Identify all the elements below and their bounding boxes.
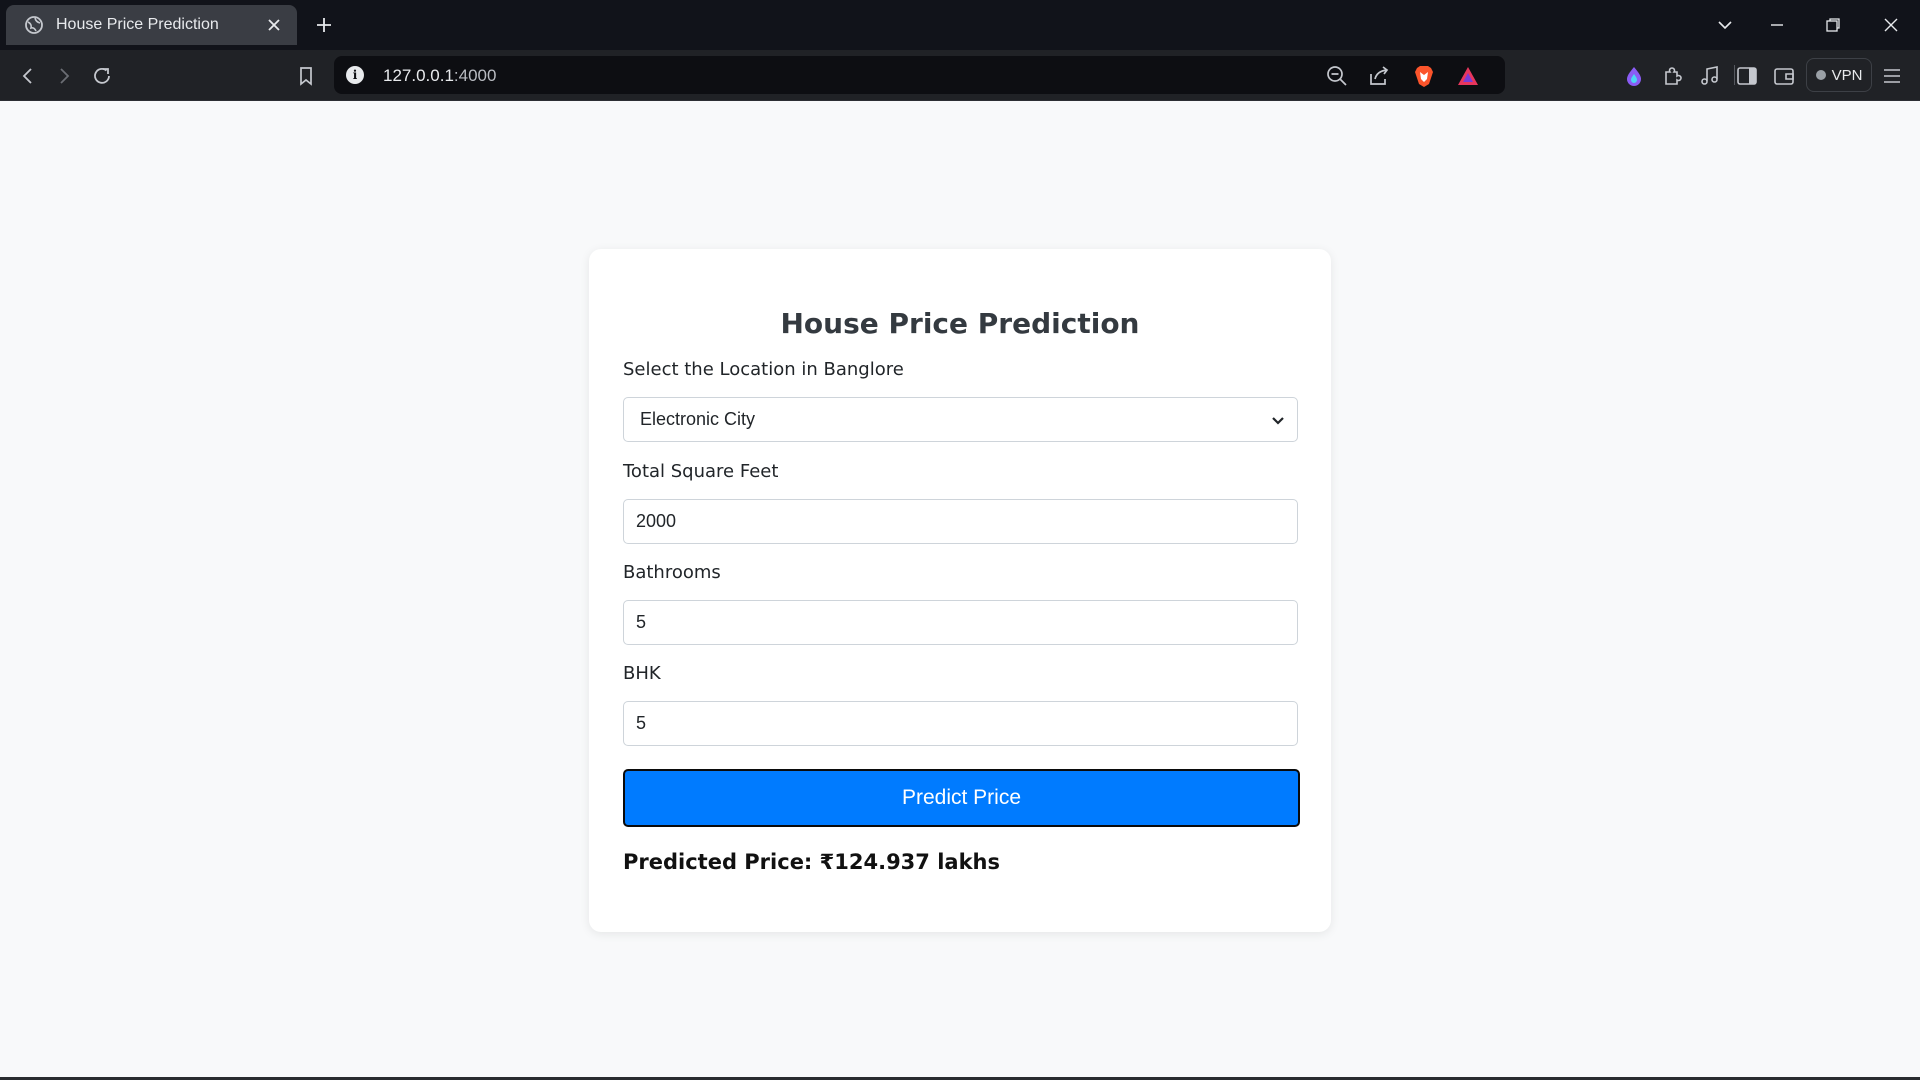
- chevron-down-icon: [1272, 417, 1284, 425]
- predicted-price-text: Predicted Price: ₹124.937 lakhs: [623, 850, 1000, 874]
- sqft-input[interactable]: 2000: [623, 499, 1298, 544]
- predict-button[interactable]: Predict Price: [623, 769, 1300, 827]
- sidebar-icon[interactable]: [1733, 62, 1761, 90]
- brave-shield-icon[interactable]: [1412, 64, 1436, 88]
- bhk-label: BHK: [623, 663, 661, 684]
- url-host: 127.0.0.1: [383, 66, 454, 85]
- sqft-label: Total Square Feet: [623, 461, 779, 482]
- extensions-icon[interactable]: [1658, 62, 1686, 90]
- prediction-card: House Price Prediction Select the Locati…: [589, 249, 1331, 932]
- page-title: House Price Prediction: [780, 307, 1140, 340]
- url-text[interactable]: 127.0.0.1:4000: [383, 66, 496, 86]
- minimize-icon[interactable]: [1762, 11, 1792, 39]
- bhk-input[interactable]: 5: [623, 701, 1298, 746]
- bhk-value: 5: [636, 713, 647, 733]
- info-icon[interactable]: i: [346, 66, 364, 84]
- location-value: Electronic City: [640, 409, 756, 429]
- share-icon[interactable]: [1367, 64, 1391, 88]
- tab-bar: House Price Prediction: [0, 0, 1920, 50]
- window-close-icon[interactable]: [1876, 11, 1906, 39]
- wallet-icon[interactable]: [1770, 62, 1798, 90]
- reload-icon[interactable]: [88, 62, 116, 90]
- address-bar[interactable]: i 127.0.0.1:4000: [334, 56, 1735, 94]
- bathrooms-value: 5: [636, 612, 647, 632]
- globe-icon: [24, 15, 44, 35]
- back-icon[interactable]: [14, 62, 42, 90]
- bathrooms-input[interactable]: 5: [623, 600, 1298, 645]
- location-select[interactable]: Electronic City: [623, 397, 1298, 442]
- browser-tab[interactable]: House Price Prediction: [6, 5, 297, 45]
- plus-icon[interactable]: [312, 13, 336, 37]
- location-label: Select the Location in Banglore: [623, 359, 904, 380]
- brave-rewards-icon[interactable]: [1456, 64, 1480, 88]
- vpn-status-dot: [1815, 70, 1826, 80]
- tab-title: House Price Prediction: [56, 16, 219, 33]
- bookmark-icon[interactable]: [292, 62, 320, 90]
- page-body: House Price Prediction Select the Locati…: [0, 101, 1920, 1080]
- zoom-out-icon[interactable]: [1325, 64, 1349, 88]
- chevron-down-icon[interactable]: [1710, 11, 1740, 39]
- media-icon[interactable]: [1696, 62, 1724, 90]
- close-icon[interactable]: [263, 14, 285, 36]
- browser-toolbar: i 127.0.0.1:4000 VPN: [0, 50, 1920, 101]
- url-port: :4000: [453, 66, 497, 85]
- restore-icon[interactable]: [1818, 11, 1848, 39]
- vpn-label: VPN: [1831, 66, 1863, 84]
- bathrooms-label: Bathrooms: [623, 562, 721, 583]
- menu-icon[interactable]: [1878, 62, 1906, 90]
- leo-ai-icon[interactable]: [1620, 62, 1648, 90]
- vpn-button[interactable]: VPN: [1806, 58, 1872, 92]
- sqft-value: 2000: [636, 511, 677, 531]
- forward-icon[interactable]: [50, 62, 78, 90]
